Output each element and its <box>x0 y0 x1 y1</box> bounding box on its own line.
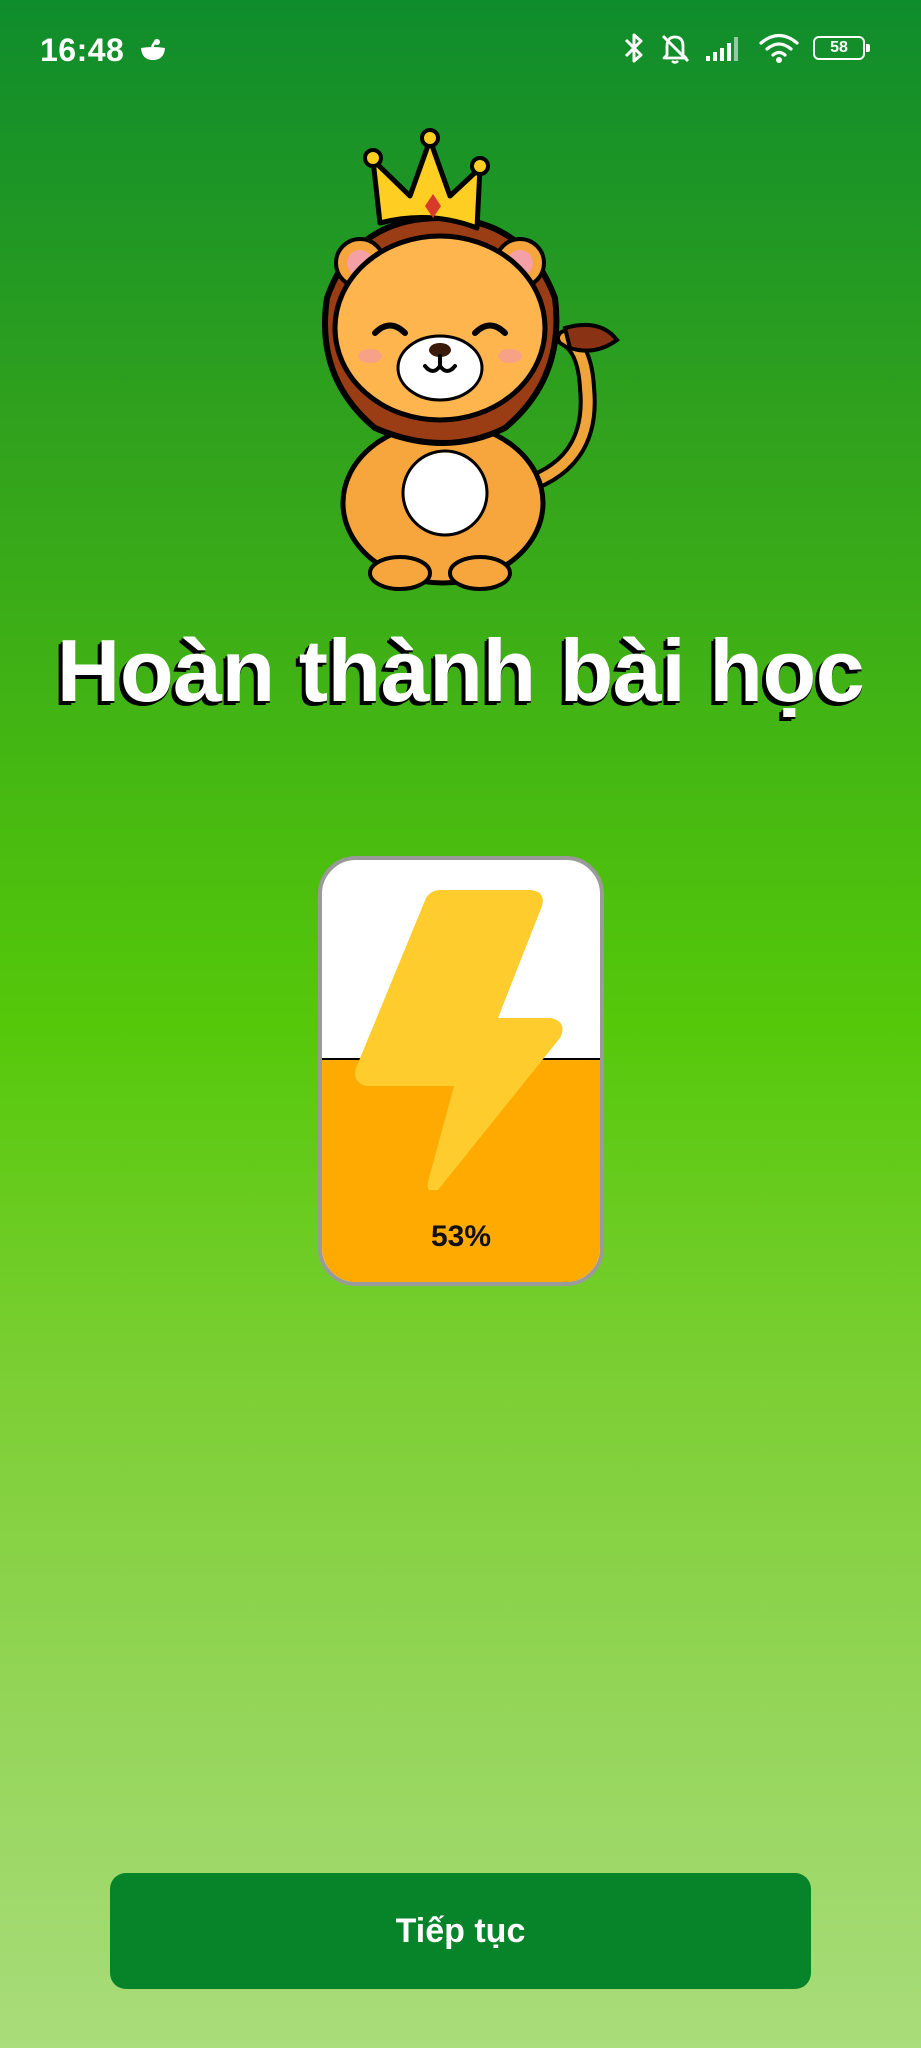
app-notification-icon <box>141 39 165 60</box>
bluetooth-icon <box>624 33 643 63</box>
energy-meter: 53% <box>318 856 604 1286</box>
bell-off-icon <box>661 34 690 64</box>
page-title: Hoàn thành bài học <box>56 621 865 720</box>
lion-mascot <box>322 128 620 591</box>
status-bar: 16:48 58 <box>0 0 921 100</box>
wifi-icon <box>759 33 799 63</box>
continue-button[interactable]: Tiếp tục <box>110 1873 811 1989</box>
signal-icon <box>706 37 738 61</box>
battery-level: 58 <box>830 39 848 56</box>
lightning-bolt-icon <box>355 890 563 1190</box>
energy-percent: 53% <box>430 1220 492 1253</box>
battery-icon: 58 <box>813 36 870 60</box>
status-time: 16:48 <box>40 32 125 68</box>
status-icons: 58 <box>623 28 870 68</box>
